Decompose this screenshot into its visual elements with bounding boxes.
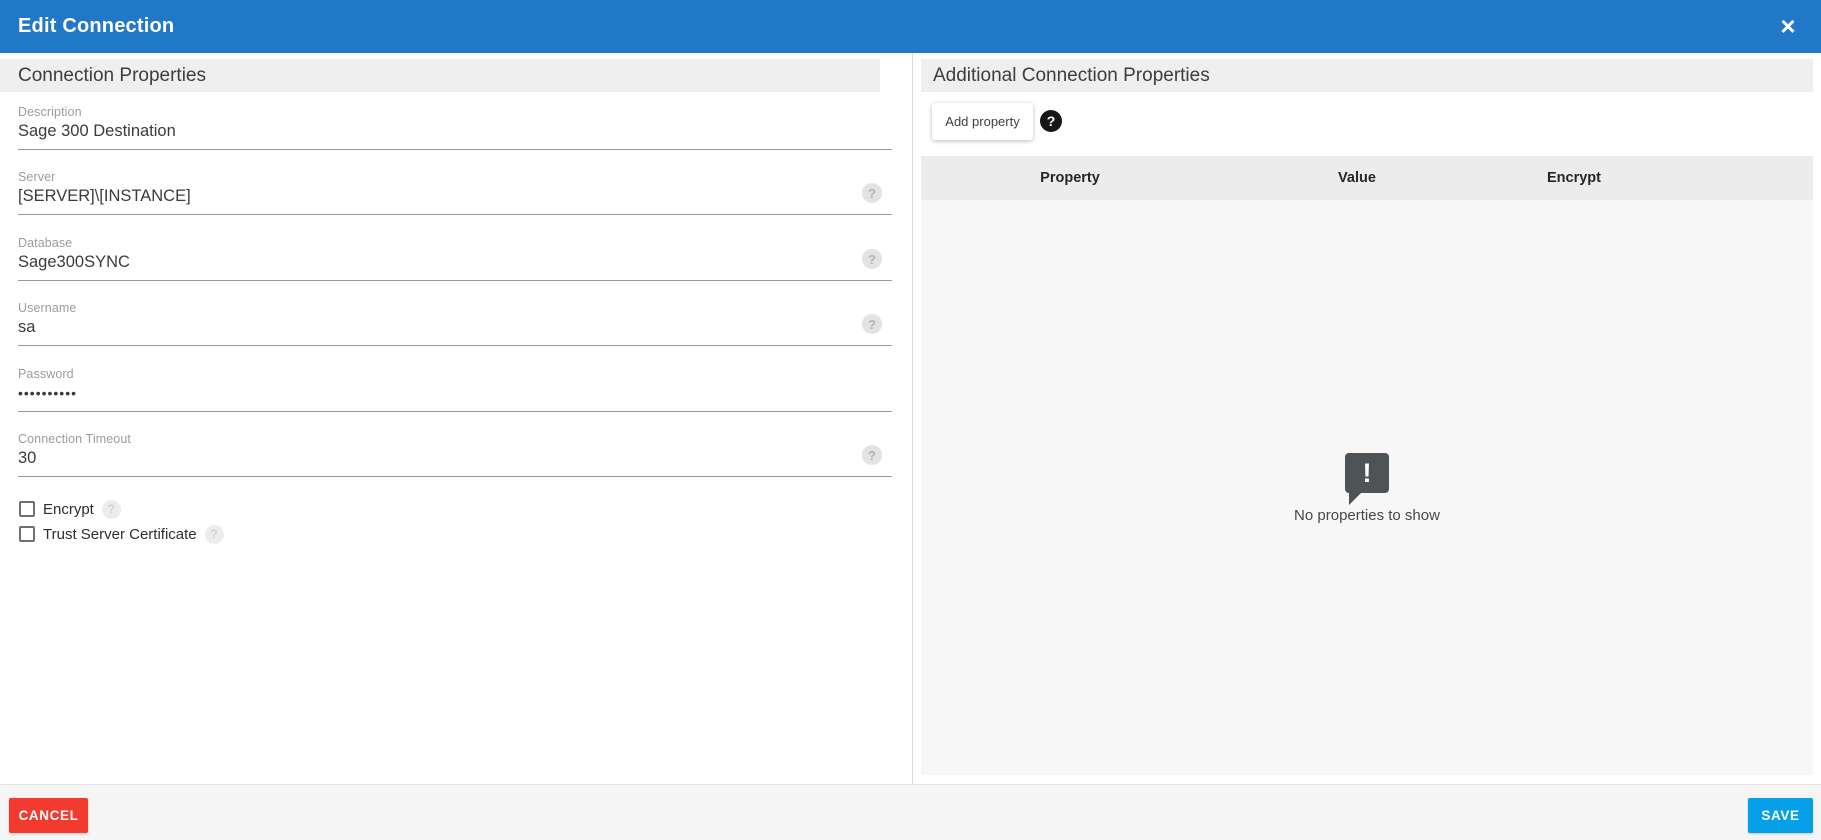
field-label-connection-timeout: Connection Timeout xyxy=(18,432,892,446)
connection-timeout-help-icon[interactable]: ? xyxy=(862,445,882,465)
close-icon[interactable]: × xyxy=(1773,11,1803,41)
database-help-icon[interactable]: ? xyxy=(862,249,882,269)
properties-table-header: Property Value Encrypt xyxy=(921,156,1813,200)
encrypt-checkbox-row: Encrypt ? xyxy=(19,499,121,519)
alert-bubble-icon-tail xyxy=(1349,492,1362,505)
trust-server-certificate-checkbox-row: Trust Server Certificate ? xyxy=(19,524,224,544)
empty-state-message: No properties to show xyxy=(921,507,1813,524)
trust-server-certificate-checkbox[interactable] xyxy=(19,526,35,542)
database-input[interactable] xyxy=(18,250,892,281)
password-input[interactable] xyxy=(18,381,892,412)
column-header-encrypt: Encrypt xyxy=(1495,170,1653,186)
left-section-title: Connection Properties xyxy=(18,65,206,87)
dialog-title: Edit Connection xyxy=(0,15,174,38)
cancel-button[interactable]: CANCEL xyxy=(9,798,88,833)
right-section-title: Additional Connection Properties xyxy=(933,65,1210,87)
add-property-help-icon[interactable]: ? xyxy=(1040,110,1062,132)
right-section-header: Additional Connection Properties xyxy=(921,59,1813,92)
description-input[interactable] xyxy=(18,119,892,150)
encrypt-checkbox[interactable] xyxy=(19,501,35,517)
field-username: Username ? xyxy=(18,301,892,347)
field-database: Database ? xyxy=(18,236,892,282)
field-label-database: Database xyxy=(18,236,892,250)
dialog-footer: CANCEL SAVE xyxy=(0,784,1821,840)
field-label-server: Server xyxy=(18,170,892,184)
username-input[interactable] xyxy=(18,315,892,346)
field-label-description: Description xyxy=(18,105,892,119)
column-header-value: Value xyxy=(1219,170,1495,186)
add-property-button[interactable]: Add property xyxy=(932,103,1033,140)
trust-server-certificate-help-icon[interactable]: ? xyxy=(205,525,224,544)
dialog-titlebar: Edit Connection × xyxy=(0,0,1821,53)
left-section-header: Connection Properties xyxy=(0,59,880,92)
field-server: Server ? xyxy=(18,170,892,216)
encrypt-help-icon[interactable]: ? xyxy=(102,500,121,519)
column-header-property: Property xyxy=(921,170,1219,186)
panel-divider xyxy=(912,53,913,784)
encrypt-checkbox-label: Encrypt xyxy=(43,501,94,518)
trust-server-certificate-checkbox-label: Trust Server Certificate xyxy=(43,526,197,543)
username-help-icon[interactable]: ? xyxy=(862,314,882,334)
field-label-password: Password xyxy=(18,367,892,381)
properties-table-body: ! No properties to show xyxy=(921,200,1813,775)
connection-timeout-input[interactable] xyxy=(18,446,892,477)
field-connection-timeout: Connection Timeout ? xyxy=(18,432,892,478)
server-input[interactable] xyxy=(18,184,892,215)
field-description: Description xyxy=(18,105,892,151)
edit-connection-dialog: Edit Connection × Connection Properties … xyxy=(0,0,1821,840)
alert-bubble-icon: ! xyxy=(1345,453,1389,493)
server-help-icon[interactable]: ? xyxy=(862,183,882,203)
field-password: Password xyxy=(18,367,892,413)
save-button[interactable]: SAVE xyxy=(1748,798,1813,833)
field-label-username: Username xyxy=(18,301,892,315)
